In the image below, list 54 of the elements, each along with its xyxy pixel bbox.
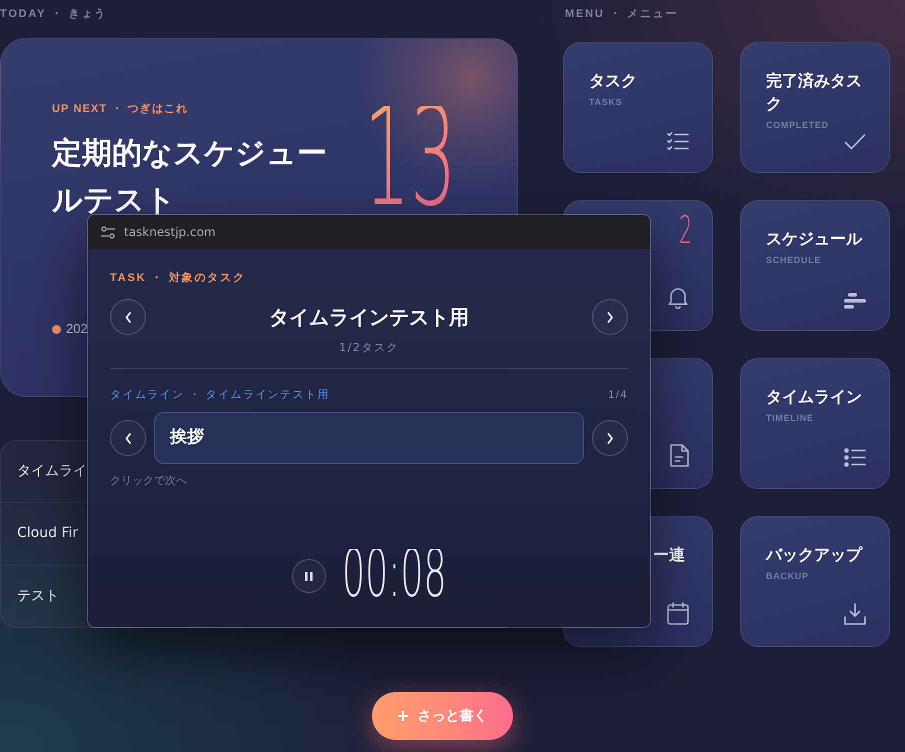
- calendar-icon: [667, 602, 689, 625]
- task-counter: 1/2タスク: [339, 342, 399, 354]
- bell-icon: [667, 286, 689, 309]
- menu-card-subtitle: TIMELINE: [766, 413, 814, 424]
- url-text: tasknestjp.com: [124, 224, 216, 241]
- previous-step-button[interactable]: [110, 420, 146, 456]
- step-counter: 1/4: [608, 388, 628, 402]
- checklist-icon: [667, 131, 689, 151]
- menu-card-title: 完了済みタスク: [766, 70, 863, 115]
- up-next-label: UP NEXT ・ つぎはこれ: [52, 102, 188, 116]
- menu-card[interactable]: スケジュール SCHEDULE: [740, 200, 890, 331]
- chevron-right-icon: [606, 432, 614, 444]
- menu-card[interactable]: タスク TASKS: [563, 42, 713, 173]
- menu-card[interactable]: タイムライン TIMELINE: [740, 358, 890, 489]
- gantt-bars-icon: [844, 293, 866, 309]
- file-icon: [670, 444, 689, 467]
- previous-task-button[interactable]: [110, 299, 146, 335]
- next-task-button[interactable]: [592, 299, 628, 335]
- step-label: タイムライン ・ タイムラインテスト用: [110, 388, 330, 402]
- bullet-list-icon: [844, 448, 866, 467]
- menu-card-title: バックアップ: [766, 544, 862, 566]
- next-step-button[interactable]: [592, 420, 628, 456]
- task-name: タイムラインテスト用: [269, 305, 469, 329]
- task-label: TASK ・ 対象のタスク: [110, 271, 246, 285]
- section-heading: MENU ・ メニュー: [565, 7, 678, 21]
- pause-icon: [304, 572, 313, 580]
- download-icon: [844, 603, 866, 625]
- dot-icon: [52, 324, 61, 334]
- menu-card-subtitle: BACKUP: [766, 571, 809, 582]
- date-text: 202: [66, 320, 88, 338]
- menu-card-title: タイムライン: [766, 386, 862, 408]
- menu-card-subtitle: COMPLETED: [766, 120, 829, 131]
- chevron-right-icon: [606, 312, 614, 322]
- chevron-left-icon: [124, 432, 132, 444]
- menu-card-title: タスク: [589, 70, 637, 92]
- task-list-item[interactable]: テスト: [17, 586, 59, 607]
- task-title: 定期的なスケジュールテスト: [52, 135, 328, 220]
- chevron-left-icon: [124, 312, 132, 322]
- step-card[interactable]: 挨拶: [154, 412, 584, 464]
- pause-button[interactable]: [292, 559, 326, 593]
- menu-card[interactable]: バックアップ BACKUP: [740, 516, 890, 647]
- count-number: 2: [678, 216, 692, 245]
- sliders-icon: [101, 226, 115, 238]
- section-heading: TODAY ・ きょう: [0, 7, 108, 21]
- task-list-item[interactable]: タイムライ: [17, 461, 87, 482]
- plus-icon: [398, 711, 408, 721]
- menu-card-title: スケジュール: [766, 228, 862, 250]
- hint-text: クリックで次へ: [110, 475, 187, 487]
- menu-card-subtitle: TASKS: [589, 97, 622, 108]
- task-list-item[interactable]: Cloud Fir: [17, 523, 78, 544]
- check-icon: [844, 133, 866, 151]
- menu-card-title: ー連: [653, 544, 685, 566]
- menu-card[interactable]: 完了済みタスク COMPLETED: [740, 42, 890, 173]
- menu-card-subtitle: SCHEDULE: [766, 255, 822, 266]
